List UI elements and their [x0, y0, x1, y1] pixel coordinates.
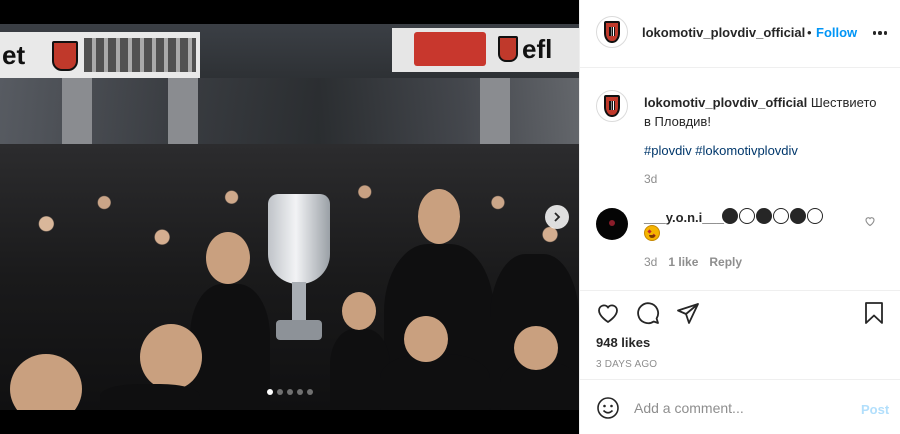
bookmark-icon	[865, 302, 883, 324]
separator-dot: •	[807, 25, 812, 40]
post-date: 3 DAYS AGO	[596, 359, 658, 370]
club-crest	[52, 41, 78, 71]
club-crest-icon	[603, 21, 621, 43]
club-banner	[414, 32, 486, 66]
post-comment-button[interactable]: Post	[861, 402, 889, 417]
add-comment-bar: Post	[580, 379, 900, 434]
club-crest	[498, 36, 518, 62]
comment-icon	[637, 302, 660, 325]
comment-circle-emojis	[722, 208, 823, 224]
comment-like-heart-icon[interactable]	[864, 215, 876, 227]
trophy-base	[276, 320, 322, 340]
follow-button[interactable]: Follow	[816, 25, 857, 40]
sponsor-sign-right: efl	[392, 28, 579, 72]
reply-button[interactable]: Reply	[709, 255, 742, 269]
fan-head	[418, 189, 460, 244]
likes-count[interactable]: 948 likes	[596, 335, 650, 350]
comment-input[interactable]	[634, 394, 844, 422]
comment-meta: 3d 1 like Reply	[644, 255, 742, 269]
share-button[interactable]	[676, 301, 702, 327]
commenter-username[interactable]: ___y.o.n.i___	[644, 210, 724, 225]
star-struck-emoji-icon	[644, 225, 660, 241]
action-icons	[596, 301, 886, 327]
carousel-dot	[286, 389, 293, 395]
white-circle-emoji-icon	[773, 208, 789, 224]
caption-hashtags[interactable]: #plovdiv #lokomotivplovdiv	[644, 143, 798, 158]
fan-head	[206, 232, 250, 284]
save-button[interactable]	[862, 301, 888, 327]
emoji-picker-icon[interactable]	[596, 396, 620, 420]
fan-head	[140, 324, 202, 390]
comment-time: 3d	[644, 255, 658, 269]
fan-head	[342, 292, 376, 330]
carousel-dot	[266, 389, 273, 395]
like-button[interactable]	[596, 301, 622, 327]
post-media[interactable]: et efl	[0, 0, 579, 434]
post-header: lokomotiv_plovdiv_official • Follow	[580, 0, 900, 68]
comment-likes[interactable]: 1 like	[668, 255, 698, 269]
club-crest-icon	[603, 95, 621, 117]
trophy-cup	[268, 194, 330, 344]
fan-figure	[380, 354, 490, 410]
post-side-panel: lokomotiv_plovdiv_official • Follow loko…	[579, 0, 900, 434]
white-circle-emoji-icon	[807, 208, 823, 224]
more-options-button[interactable]	[871, 23, 889, 43]
profile-avatar[interactable]	[596, 16, 628, 48]
dot	[883, 31, 888, 35]
sign-left-text: et	[2, 40, 26, 70]
trophy-stem	[292, 282, 306, 322]
paper-plane-icon	[677, 303, 699, 324]
post-actions: 948 likes 3 DAYS AGO	[580, 290, 900, 390]
players-banner	[84, 38, 196, 72]
dot	[872, 31, 877, 35]
sponsor-sign-left: et	[0, 32, 200, 78]
fan-head	[514, 326, 558, 370]
caption-text: lokomotiv_plovdiv_official Шествието в П…	[644, 93, 884, 131]
black-circle-emoji-icon	[722, 208, 738, 224]
comment-button[interactable]	[636, 301, 662, 327]
carousel-dot	[276, 389, 283, 395]
profile-username[interactable]: lokomotiv_plovdiv_official	[642, 25, 805, 40]
chevron-right-icon	[554, 212, 561, 222]
fan-figure	[100, 384, 200, 410]
dot	[878, 31, 882, 35]
caption-avatar[interactable]	[596, 90, 628, 122]
caption-time: 3d	[644, 172, 658, 186]
caption-username[interactable]: lokomotiv_plovdiv_official	[644, 95, 807, 110]
trophy-bowl	[268, 194, 330, 284]
sign-right-text: efl	[522, 34, 553, 64]
fan-head	[404, 316, 448, 362]
comment-item: ___y.o.n.i___ 3d 1 like Reply	[580, 200, 900, 280]
black-circle-emoji-icon	[756, 208, 772, 224]
white-circle-emoji-icon	[739, 208, 755, 224]
carousel-dot	[306, 389, 313, 395]
heart-icon	[598, 304, 618, 324]
post-photo: et efl	[0, 24, 579, 410]
carousel-indicator	[0, 389, 579, 395]
commenter-avatar[interactable]	[596, 208, 628, 240]
carousel-dot	[296, 389, 303, 395]
black-circle-emoji-icon	[790, 208, 806, 224]
carousel-next-button[interactable]	[545, 205, 569, 229]
